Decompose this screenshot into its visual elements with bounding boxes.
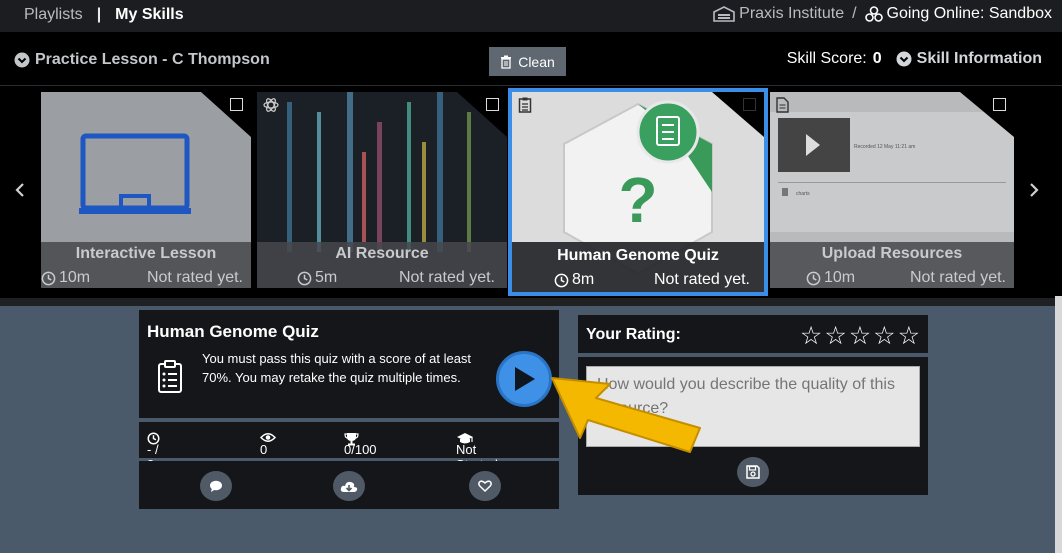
clean-button[interactable]: Clean <box>489 47 566 76</box>
rating-label: Your Rating: <box>586 326 681 343</box>
carousel-prev-button[interactable] <box>10 178 30 204</box>
card-title: AI Resource <box>335 245 429 262</box>
resource-card-upload-resources[interactable]: Recorded 12 May 11:21 am charts Upload R… <box>770 92 1014 288</box>
svg-text:?: ? <box>618 164 657 236</box>
chevron-circle-down-icon <box>14 52 30 68</box>
card-rating: Not rated yet. <box>653 271 750 288</box>
top-bar: Playlists | My Skills Praxis Institute /… <box>0 0 1062 32</box>
star-rating[interactable]: ☆ ☆ ☆ ☆ ☆ <box>798 321 920 351</box>
org-name: Praxis Institute <box>739 5 845 22</box>
svg-text:charts: charts <box>796 191 810 197</box>
carousel-next-button[interactable] <box>1024 178 1044 204</box>
stat-views: 0 <box>260 432 279 457</box>
comment-button[interactable] <box>200 471 232 501</box>
my-skills-link[interactable]: My Skills <box>115 6 183 24</box>
card-duration: 10m <box>806 269 855 287</box>
building-icon <box>713 6 735 22</box>
star-3-icon[interactable]: ☆ <box>849 321 871 351</box>
org-breadcrumb: Praxis Institute / Going Online: Sandbox <box>713 5 1052 23</box>
resource-carousel: Interactive Lesson 10m Not rated yet. AI… <box>0 86 1062 298</box>
stat-views-value: 0 <box>260 442 268 457</box>
nav-separator: | <box>96 6 102 23</box>
playlists-link[interactable]: Playlists <box>24 6 83 24</box>
star-4-icon[interactable]: ☆ <box>873 321 895 351</box>
resource-card-interactive-lesson[interactable]: Interactive Lesson 10m Not rated yet. <box>41 92 251 288</box>
clipboard-list-icon <box>158 360 182 393</box>
org-link[interactable]: Praxis Institute <box>713 5 844 23</box>
clean-label: Clean <box>518 53 555 70</box>
heart-icon <box>478 480 492 492</box>
star-1-icon[interactable]: ☆ <box>800 321 822 351</box>
sandbox-link[interactable]: Going Online: Sandbox <box>864 5 1052 23</box>
breadcrumb-slash: / <box>852 5 857 22</box>
star-2-icon[interactable]: ☆ <box>824 321 846 351</box>
clock-icon <box>806 271 821 285</box>
card-title: Upload Resources <box>821 245 963 262</box>
download-button[interactable] <box>333 471 365 501</box>
stat-score: 0/100 <box>344 432 377 457</box>
favorite-button[interactable] <box>469 471 501 501</box>
save-rating-button[interactable] <box>737 457 769 487</box>
skill-score-label: Skill Score: <box>786 50 867 67</box>
chevron-circle-down-icon <box>896 51 912 67</box>
card-duration-value: 10m <box>59 269 91 286</box>
floppy-disk-icon <box>746 465 760 479</box>
document-icon <box>776 97 789 113</box>
card-checkbox[interactable] <box>230 98 243 111</box>
comment-icon <box>210 480 222 492</box>
annotation-arrow-icon <box>551 377 701 453</box>
stat-status: Not Started <box>456 432 498 472</box>
skill-score: Skill Score: 0 Skill Information <box>787 50 1042 68</box>
carousel-divider <box>0 298 1062 306</box>
trash-icon <box>501 55 512 69</box>
chevron-left-icon <box>15 183 24 197</box>
sandbox-name: Going Online: Sandbox <box>886 5 1052 22</box>
skill-information-label: Skill Information <box>916 50 1042 67</box>
chevron-right-icon <box>1030 183 1039 197</box>
page-scrollbar[interactable] <box>1055 296 1062 553</box>
card-rating: Not rated yet. <box>909 269 1006 286</box>
resource-title: Human Genome Quiz <box>147 322 319 341</box>
cubes-icon <box>864 6 883 22</box>
lesson-title-toggle[interactable]: Practice Lesson - C Thompson <box>14 51 270 69</box>
card-duration: 8m <box>554 271 594 289</box>
stat-time: - / 8m <box>147 432 165 472</box>
card-rating: Not rated yet. <box>398 269 495 286</box>
card-checkbox[interactable] <box>486 98 499 111</box>
card-title: Human Genome Quiz <box>557 247 719 264</box>
atom-icon <box>263 98 279 112</box>
lesson-title: Practice Lesson - C Thompson <box>35 51 270 68</box>
clock-icon <box>554 273 569 287</box>
resource-detail-panel: Human Genome Quiz You must pass this qui… <box>139 310 559 418</box>
card-checkbox[interactable] <box>743 98 756 111</box>
card-duration-value: 8m <box>572 271 595 288</box>
star-5-icon[interactable]: ☆ <box>898 321 920 351</box>
card-rating: Not rated yet. <box>146 269 243 286</box>
cloud-download-icon <box>340 481 358 492</box>
card-checkbox[interactable] <box>993 98 1006 111</box>
card-title: Interactive Lesson <box>75 245 217 262</box>
clock-icon <box>41 271 56 285</box>
resource-card-human-genome-quiz[interactable]: ? Human Genome Quiz 8m Not rated yet. <box>508 88 768 296</box>
card-duration: 5m <box>297 269 337 287</box>
resource-card-ai-resource[interactable]: AI Resource 5m Not rated yet. <box>257 92 507 288</box>
rating-header: Your Rating: ☆ ☆ ☆ ☆ ☆ <box>578 315 928 353</box>
svg-text:Recorded 12 May 11:21 am: Recorded 12 May 11:21 am <box>854 144 915 150</box>
card-duration-value: 10m <box>824 269 856 286</box>
top-nav: Playlists | My Skills <box>24 6 184 24</box>
resource-stats: - / 8m 0 0/100 Not Started <box>139 422 559 472</box>
card-duration: 10m <box>41 269 90 287</box>
lesson-header: Practice Lesson - C Thompson Clean Skill… <box>0 32 1062 86</box>
card-duration-value: 5m <box>315 269 338 286</box>
resource-description: You must pass this quiz with a score of … <box>202 351 472 385</box>
resource-actions <box>139 461 559 509</box>
skill-score-value: 0 <box>872 50 882 67</box>
clipboard-icon <box>518 97 532 113</box>
play-icon <box>515 367 535 391</box>
stat-score-value: 0/100 <box>344 442 377 457</box>
clock-icon <box>297 271 312 285</box>
skill-information-toggle[interactable]: Skill Information <box>896 50 1042 68</box>
